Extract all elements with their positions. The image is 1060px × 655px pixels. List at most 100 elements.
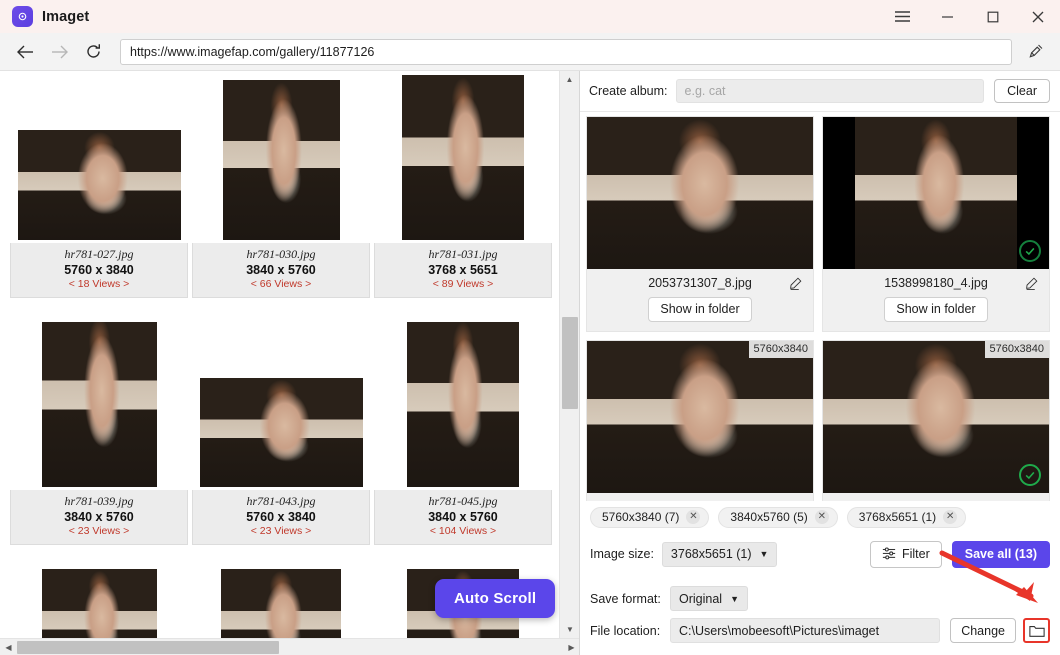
gallery-thumbnail-wrap (8, 568, 190, 638)
image-card[interactable]: 2053731307_8.jpg Show in folder (586, 116, 814, 332)
save-all-button[interactable]: Save all (13) (951, 540, 1050, 568)
vertical-scrollbar[interactable]: ▲ ▼ (559, 71, 579, 638)
gallery-item[interactable]: hr781-043.jpg 5760 x 3840 < 23 Views > (190, 322, 372, 545)
gallery-thumbnail[interactable] (407, 321, 519, 487)
card-filename: 2053731307_4.jpg (648, 500, 752, 501)
pencil-edit-icon[interactable] (787, 275, 803, 291)
filter-button[interactable]: Filter (869, 540, 942, 568)
image-size-row: Image size: 3768x5651 (1) ▼ Filter Save … (580, 531, 1060, 571)
gallery-grid: hr781-027.jpg 5760 x 3840 < 18 Views > h… (8, 75, 556, 638)
card-thumbnail[interactable]: 5760x3840 (587, 341, 813, 493)
gallery-caption: hr781-030.jpg 3840 x 5760 < 66 Views > (192, 243, 370, 298)
imaget-logo-icon (12, 6, 33, 27)
card-thumbnail[interactable]: 5760x3840 (823, 341, 1049, 493)
downloaded-check-icon (1019, 240, 1041, 262)
embedded-browser-view: hr781-027.jpg 5760 x 3840 < 18 Views > h… (0, 71, 580, 655)
hamburger-menu-icon[interactable] (880, 0, 925, 33)
file-location-label: File location: (590, 623, 661, 638)
gallery-thumbnail-wrap (190, 75, 372, 240)
filter-chip[interactable]: 3768x5651 (1) ✕ (846, 506, 967, 528)
clear-button[interactable]: Clear (994, 79, 1050, 103)
downloaded-check-icon (1019, 464, 1041, 486)
save-format-label: Save format: (590, 591, 661, 606)
gallery-thumbnail-wrap (190, 322, 372, 487)
change-location-button[interactable]: Change (950, 618, 1016, 643)
scroll-up-icon[interactable]: ▲ (560, 71, 579, 88)
horizontal-scrollbar-thumb[interactable] (17, 640, 279, 654)
pencil-edit-icon[interactable] (1023, 499, 1039, 501)
reload-icon[interactable] (76, 37, 110, 67)
close-icon[interactable]: ✕ (943, 509, 958, 524)
filter-chip[interactable]: 3840x5760 (5) ✕ (718, 506, 838, 528)
close-icon[interactable]: ✕ (686, 509, 701, 524)
image-card[interactable]: 5760x3840 2053731307_4.jpg Show in folde… (586, 340, 814, 501)
gallery-dimensions: 3840 x 5760 (428, 510, 498, 525)
gallery-item[interactable]: hr781-030.jpg 3840 x 5760 < 66 Views > (190, 75, 372, 298)
scroll-down-icon[interactable]: ▼ (560, 621, 579, 638)
chevron-down-icon: ▼ (759, 549, 769, 559)
url-input[interactable]: https://www.imagefap.com/gallery/1187712… (120, 38, 1012, 65)
filter-button-label: Filter (901, 547, 930, 561)
horizontal-scrollbar[interactable]: ◀ ▶ (0, 638, 579, 655)
filter-chip-label: 3768x5651 (1) (858, 509, 937, 524)
gallery-thumbnail[interactable] (17, 130, 181, 240)
auto-scroll-button[interactable]: Auto Scroll (435, 579, 556, 618)
close-icon[interactable] (1015, 0, 1060, 33)
pencil-edit-icon[interactable] (1023, 275, 1039, 291)
gallery-thumbnail[interactable] (221, 568, 341, 638)
create-album-input[interactable]: e.g. cat (675, 79, 985, 103)
gallery-views: < 23 Views > (68, 525, 130, 538)
open-folder-icon[interactable] (1023, 618, 1050, 643)
scroll-right-icon[interactable]: ▶ (563, 639, 579, 655)
gallery-dimensions: 5760 x 3840 (64, 263, 134, 278)
show-in-folder-button[interactable]: Show in folder (648, 297, 752, 322)
gallery-thumbnail-wrap (190, 568, 372, 638)
gallery-thumbnail-wrap (8, 75, 190, 240)
maximize-icon[interactable] (970, 0, 1015, 33)
gallery-thumbnail[interactable] (41, 321, 157, 487)
card-thumbnail[interactable] (823, 117, 1049, 269)
minimize-icon[interactable] (925, 0, 970, 33)
image-card[interactable]: 5760x3840 1850352313_4.jpg Show (822, 340, 1050, 501)
gallery-thumbnail-wrap (372, 75, 554, 240)
image-size-select[interactable]: 3768x5651 (1) ▼ (661, 541, 778, 567)
broom-icon[interactable] (1020, 37, 1050, 67)
vertical-scrollbar-thumb[interactable] (562, 317, 578, 409)
gallery-item[interactable]: hr781-039.jpg 3840 x 5760 < 23 Views > (8, 321, 190, 545)
gallery-views: < 89 Views > (432, 278, 494, 291)
show-in-folder-button[interactable]: Show in folder (884, 297, 988, 322)
gallery-caption: hr781-027.jpg 5760 x 3840 < 18 Views > (10, 243, 188, 298)
gallery-item[interactable] (190, 568, 372, 638)
gallery-dimensions: 3768 x 5651 (428, 263, 498, 278)
file-location-input[interactable]: C:\Users\mobeesoft\Pictures\imaget (670, 618, 941, 643)
gallery-item[interactable]: hr781-045.jpg 3840 x 5760 < 104 Views > (372, 321, 554, 545)
main-content: hr781-027.jpg 5760 x 3840 < 18 Views > h… (0, 71, 1060, 655)
pencil-edit-icon[interactable] (787, 499, 803, 501)
url-text: https://www.imagefap.com/gallery/1187712… (130, 44, 375, 59)
gallery-item[interactable]: hr781-031.jpg 3768 x 5651 < 89 Views > (372, 75, 554, 298)
image-card[interactable]: 1538998180_4.jpg Show in folder (822, 116, 1050, 332)
title-bar: Imaget (0, 0, 1060, 33)
gallery-thumbnail[interactable] (41, 568, 157, 638)
resolution-badge: 5760x3840 (984, 341, 1049, 358)
forward-arrow-icon[interactable] (42, 37, 76, 67)
card-filename: 2053731307_8.jpg (648, 276, 752, 290)
gallery-item[interactable] (8, 568, 190, 638)
card-filename: 1538998180_4.jpg (884, 276, 988, 290)
gallery-thumbnail-wrap (372, 321, 554, 487)
gallery-thumbnail[interactable] (199, 377, 363, 487)
gallery-filename: hr781-027.jpg (64, 247, 134, 261)
browser-toolbar: https://www.imagefap.com/gallery/1187712… (0, 33, 1060, 71)
close-icon[interactable]: ✕ (814, 509, 829, 524)
file-location-row: File location: C:\Users\mobeesoft\Pictur… (590, 618, 1050, 643)
horizontal-scrollbar-track[interactable] (17, 639, 563, 655)
gallery-row: hr781-027.jpg 5760 x 3840 < 18 Views > h… (8, 75, 556, 298)
back-arrow-icon[interactable] (8, 37, 42, 67)
filter-chip[interactable]: 5760x3840 (7) ✕ (590, 506, 710, 528)
scroll-left-icon[interactable]: ◀ (0, 639, 17, 655)
card-thumbnail[interactable] (587, 117, 813, 269)
gallery-thumbnail[interactable] (222, 80, 340, 240)
gallery-thumbnail[interactable] (402, 75, 524, 240)
gallery-item[interactable]: hr781-027.jpg 5760 x 3840 < 18 Views > (8, 75, 190, 298)
save-format-select[interactable]: Original ▼ (670, 586, 748, 611)
